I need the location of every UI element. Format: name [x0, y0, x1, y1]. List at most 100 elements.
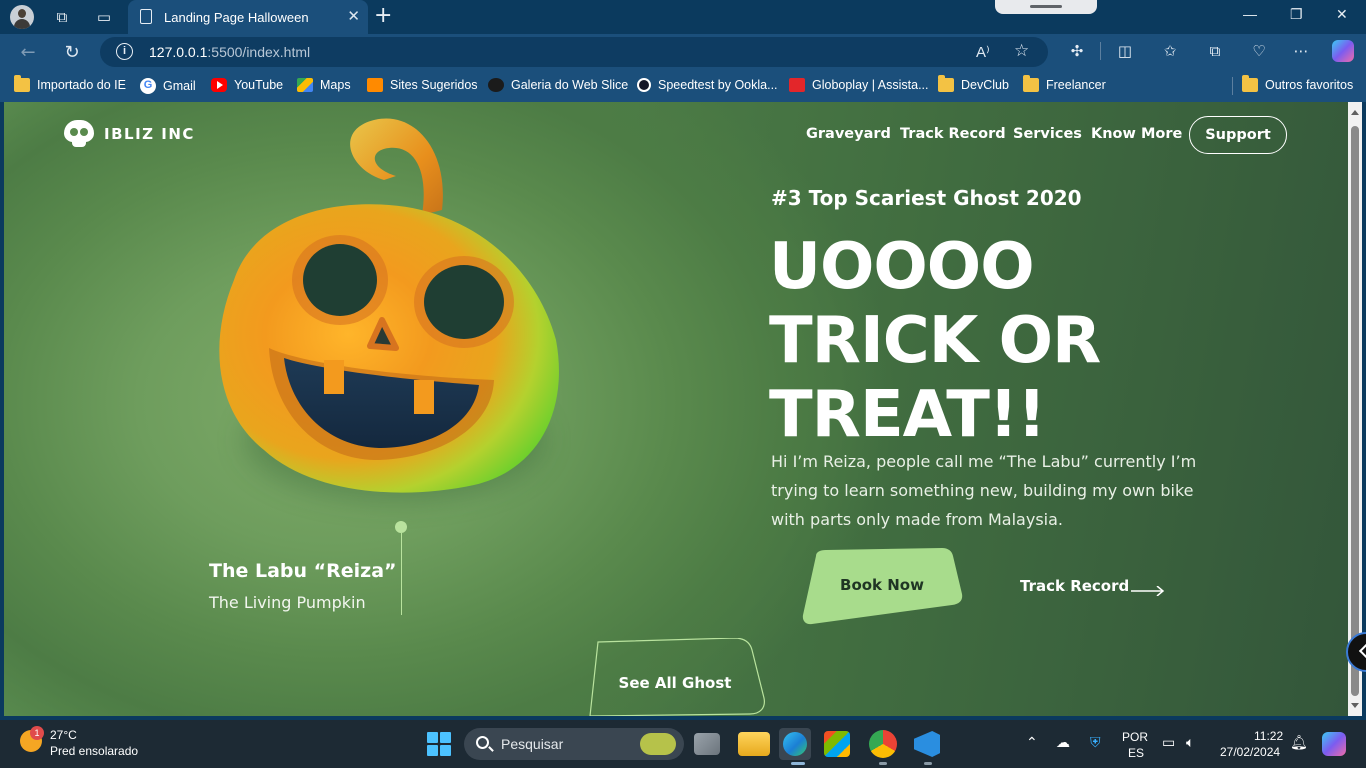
google-icon: G: [140, 78, 156, 94]
search-highlight-icon: [640, 733, 676, 755]
bookmark-freelancer[interactable]: Freelancer: [1023, 75, 1106, 92]
tab-title: Landing Page Halloween: [164, 9, 309, 25]
headline-line-3: TREAT!!: [769, 378, 1046, 452]
bookmark-maps[interactable]: Maps: [297, 78, 351, 92]
globoplay-icon: [789, 78, 805, 92]
workspaces-icon[interactable]: ⧉: [50, 5, 74, 29]
headline-line-1: UOOOO: [769, 230, 1035, 304]
tab-close-icon[interactable]: ✕: [347, 7, 360, 25]
hero-description: Hi I’m Reiza, people call me “The Labu” …: [771, 452, 1197, 529]
windows-taskbar: 1 27°C Pred ensolarado Pesquisar ⌃ ☁ ⛨ P…: [0, 720, 1366, 768]
character-subtitle: The Living Pumpkin: [209, 593, 366, 612]
bookmark-importado-ie[interactable]: Importado do IE: [14, 75, 126, 92]
weather-description[interactable]: Pred ensolarado: [50, 744, 138, 758]
chrome-icon[interactable]: [869, 730, 897, 758]
bookmark-outros-favoritos[interactable]: Outros favoritos: [1242, 75, 1353, 92]
url-text[interactable]: 127.0.0.1:5500/index.html: [149, 44, 310, 60]
folder-icon: [1242, 75, 1258, 92]
file-explorer-icon[interactable]: [738, 732, 770, 756]
clock-date[interactable]: 27/02/2024: [1220, 745, 1280, 759]
nav-graveyard[interactable]: Graveyard: [806, 126, 891, 142]
new-tab-button[interactable]: +: [374, 3, 392, 28]
onedrive-icon[interactable]: ☁: [1056, 734, 1070, 751]
page-scrollbar[interactable]: [1348, 102, 1362, 716]
restore-button[interactable]: ❐: [1290, 6, 1303, 23]
more-menu-icon[interactable]: ⋯: [1290, 40, 1312, 62]
speedtest-icon: [637, 78, 651, 92]
tray-overflow-icon[interactable]: ⌃: [1026, 734, 1038, 751]
bookmark-devclub[interactable]: DevClub: [938, 75, 1009, 92]
folder-icon: [14, 75, 30, 92]
notifications-bell-icon[interactable]: 🔔︎: [1290, 734, 1308, 751]
profile-avatar[interactable]: [10, 5, 34, 29]
tab-actions-icon[interactable]: ▭: [92, 5, 116, 29]
scroll-up-arrow[interactable]: [1351, 110, 1359, 115]
book-now-button[interactable]: Book Now: [802, 576, 962, 594]
nav-track-record[interactable]: Track Record: [900, 126, 1006, 142]
favorites-icon[interactable]: ✩: [1159, 40, 1181, 62]
collections-icon[interactable]: ⧉: [1204, 40, 1226, 62]
support-button[interactable]: Support: [1189, 116, 1287, 154]
favorite-star-icon[interactable]: ☆: [1014, 41, 1029, 61]
skull-icon: [64, 120, 94, 148]
refresh-icon[interactable]: ↻: [60, 40, 84, 64]
copilot-icon[interactable]: [1332, 40, 1354, 62]
bookmark-sites-sugeridos[interactable]: Sites Sugeridos: [367, 78, 478, 92]
split-screen-icon[interactable]: ◫: [1114, 40, 1136, 62]
arrow-right-icon: [1131, 586, 1165, 596]
search-placeholder: Pesquisar: [501, 736, 564, 752]
edge-taskbar-button[interactable]: [779, 728, 811, 760]
security-shield-icon[interactable]: ⛨: [1090, 734, 1101, 751]
store-icon[interactable]: [824, 731, 850, 757]
annotation-dot: [395, 521, 407, 533]
running-indicator: [924, 762, 932, 765]
task-view-icon[interactable]: [694, 733, 720, 755]
see-all-ghost-button[interactable]: See All Ghost: [584, 674, 766, 692]
maps-icon: [297, 78, 313, 92]
nav-services[interactable]: Services: [1013, 126, 1082, 142]
language-indicator[interactable]: POR: [1122, 730, 1148, 744]
web-slice-icon: [488, 78, 504, 92]
clock-time[interactable]: 11:22: [1254, 729, 1283, 743]
bookmark-youtube[interactable]: YouTube: [211, 78, 283, 92]
copilot-taskbar-icon[interactable]: [1322, 732, 1346, 756]
bookmark-globoplay[interactable]: Globoplay | Assista...: [789, 78, 929, 92]
pumpkin-illustration: [219, 118, 559, 500]
search-icon: [476, 736, 489, 749]
site-info-icon[interactable]: i: [116, 43, 133, 60]
windows-start-icon[interactable]: [427, 732, 451, 756]
youtube-icon: [211, 78, 227, 92]
snap-handle[interactable]: [995, 0, 1097, 14]
back-arrow-icon[interactable]: ←: [16, 40, 40, 64]
pumpkin-stem: [350, 118, 443, 215]
bookmarks-divider: [1232, 77, 1233, 95]
nav-know-more[interactable]: Know More: [1091, 126, 1182, 142]
weather-temperature[interactable]: 27°C: [50, 728, 77, 742]
bookmark-speedtest[interactable]: Speedtest by Ookla...: [637, 78, 778, 92]
sites-icon: [367, 78, 383, 92]
track-record-link[interactable]: Track Record: [1020, 577, 1129, 595]
bookmark-gmail[interactable]: G Gmail: [140, 78, 196, 94]
page-icon: [140, 9, 152, 24]
annotation-line: [401, 533, 402, 615]
hero-headline: UOOOO TRICK OR TREAT!!: [769, 230, 1101, 452]
vscode-icon[interactable]: [914, 731, 940, 757]
browser-titlebar: ⧉ ▭ Landing Page Halloween ✕ + — ❐ ✕: [0, 0, 1366, 34]
network-icon[interactable]: ▭: [1162, 734, 1175, 751]
scroll-thumb[interactable]: [1351, 126, 1359, 696]
read-aloud-icon[interactable]: A⁾: [976, 43, 990, 61]
volume-icon[interactable]: 🔈︎: [1186, 734, 1194, 751]
folder-icon: [938, 75, 954, 92]
character-name: The Labu “Reiza”: [209, 560, 397, 582]
close-window-button[interactable]: ✕: [1336, 6, 1348, 23]
folder-icon: [1023, 75, 1039, 92]
extensions-icon[interactable]: ✣: [1066, 40, 1088, 62]
taskbar-search[interactable]: Pesquisar: [464, 728, 684, 760]
keyboard-layout[interactable]: ES: [1128, 746, 1144, 760]
scroll-down-arrow[interactable]: [1351, 703, 1359, 708]
minimize-button[interactable]: —: [1243, 6, 1257, 22]
address-bar[interactable]: i 127.0.0.1:5500/index.html A⁾ ☆: [100, 37, 1048, 67]
tab-landing-page[interactable]: Landing Page Halloween ✕: [128, 0, 368, 34]
bookmark-web-slice[interactable]: Galeria do Web Slice: [488, 78, 628, 92]
performance-icon[interactable]: ♡: [1248, 40, 1270, 62]
